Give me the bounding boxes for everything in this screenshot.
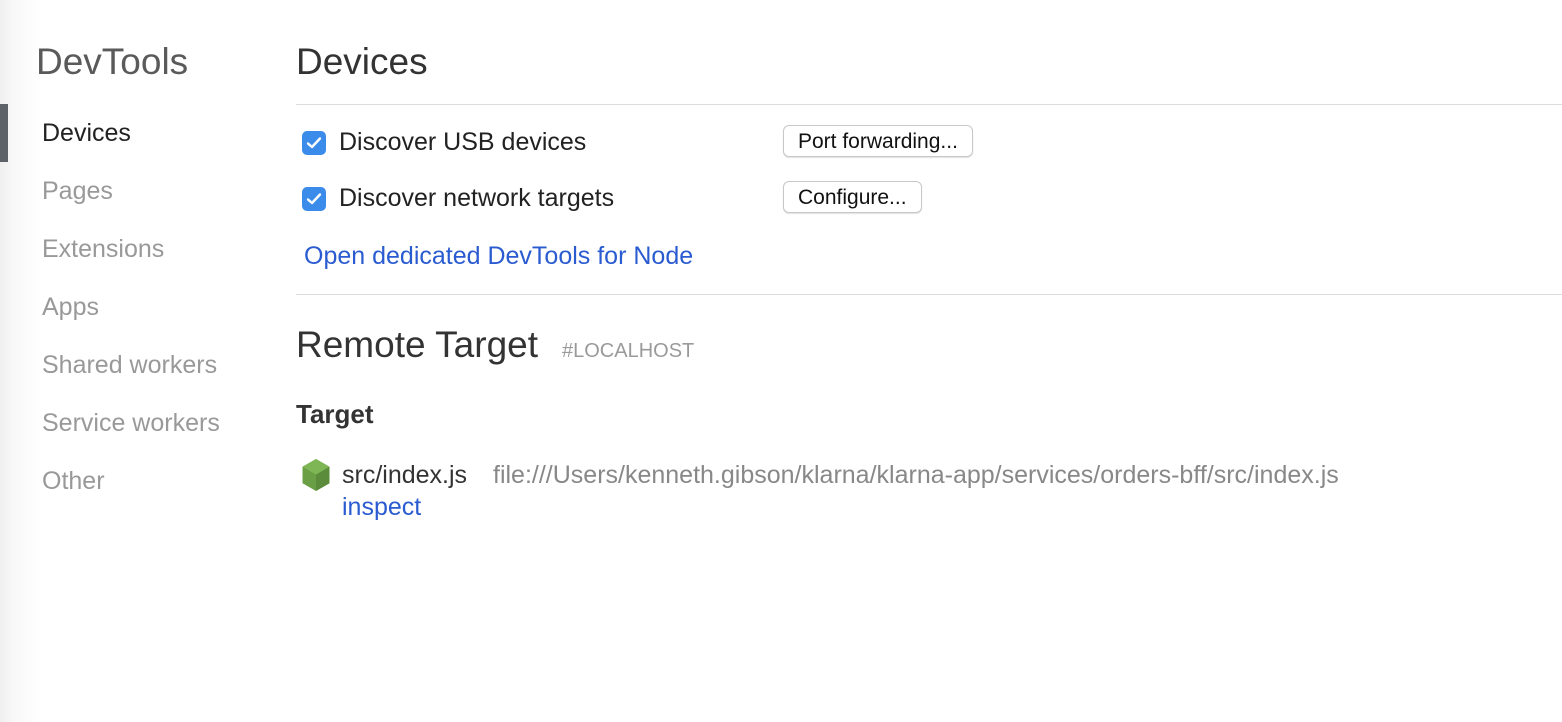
target-section-heading: Target bbox=[296, 399, 374, 429]
target-row: src/index.js file:///Users/kenneth.gibso… bbox=[296, 456, 1556, 526]
sidebar-item-label: Service workers bbox=[42, 409, 220, 437]
sidebar-item-label: Devices bbox=[42, 119, 131, 147]
sidebar-item-pages[interactable]: Pages bbox=[0, 162, 260, 220]
sidebar-item-label: Extensions bbox=[42, 235, 165, 263]
open-node-devtools-link[interactable]: Open dedicated DevTools for Node bbox=[304, 241, 693, 271]
header-divider bbox=[296, 104, 1562, 105]
devtools-inspect-page: DevTools Devices Pages Extensions Apps S… bbox=[0, 0, 1562, 722]
port-forwarding-button[interactable]: Port forwarding... bbox=[783, 125, 973, 157]
remote-target-title: Remote Target bbox=[296, 324, 538, 365]
discover-network-checkbox[interactable] bbox=[302, 187, 326, 211]
remote-target-host-tag: #LOCALHOST bbox=[562, 340, 695, 362]
network-discovery-row: Discover network targets Configure... bbox=[302, 181, 1202, 217]
discover-network-label: Discover network targets bbox=[339, 184, 615, 212]
section-divider bbox=[296, 294, 1562, 295]
checkmark-icon bbox=[306, 137, 322, 149]
sidebar-item-label: Pages bbox=[42, 177, 113, 205]
page-title: Devices bbox=[296, 41, 428, 82]
sidebar-item-label: Apps bbox=[42, 293, 99, 321]
inspect-link[interactable]: inspect bbox=[342, 492, 421, 522]
target-name: src/index.js bbox=[342, 461, 468, 489]
sidebar-title: DevTools bbox=[36, 41, 189, 82]
main-content: Devices Discover USB devices Port forwar… bbox=[296, 0, 1562, 722]
sidebar-item-label: Other bbox=[42, 467, 105, 495]
discover-usb-label: Discover USB devices bbox=[339, 128, 587, 156]
sidebar-item-shared-workers[interactable]: Shared workers bbox=[0, 336, 260, 394]
sidebar-item-service-workers[interactable]: Service workers bbox=[0, 394, 260, 452]
configure-button[interactable]: Configure... bbox=[783, 181, 922, 213]
sidebar-item-extensions[interactable]: Extensions bbox=[0, 220, 260, 278]
sidebar-item-devices[interactable]: Devices bbox=[0, 104, 260, 162]
sidebar-nav: Devices Pages Extensions Apps Shared wor… bbox=[0, 104, 260, 510]
sidebar-item-other[interactable]: Other bbox=[0, 452, 260, 510]
sidebar-item-apps[interactable]: Apps bbox=[0, 278, 260, 336]
checkmark-icon bbox=[306, 193, 322, 205]
sidebar: DevTools Devices Pages Extensions Apps S… bbox=[0, 0, 270, 722]
sidebar-item-label: Shared workers bbox=[42, 351, 218, 379]
usb-discovery-row: Discover USB devices Port forwarding... bbox=[302, 125, 1202, 161]
target-url: file:///Users/kenneth.gibson/klarna/klar… bbox=[493, 461, 1339, 489]
discover-usb-checkbox[interactable] bbox=[302, 131, 326, 155]
nodejs-hexagon-icon bbox=[302, 459, 330, 491]
